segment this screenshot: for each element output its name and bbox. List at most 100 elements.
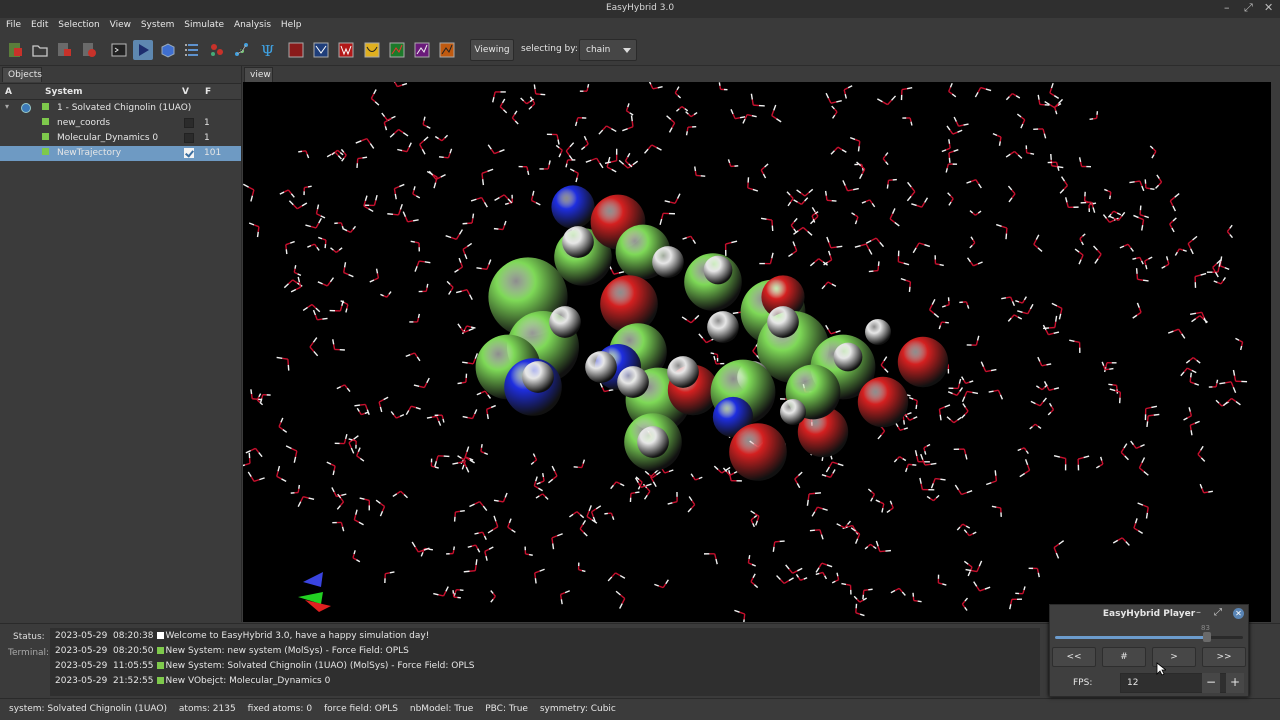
menu-selection[interactable]: Selection xyxy=(52,18,99,30)
last-frame-button[interactable]: >> xyxy=(1202,647,1246,667)
water-bond xyxy=(586,510,590,517)
frame-slider-handle[interactable] xyxy=(1203,632,1212,642)
visibility-checkbox[interactable] xyxy=(184,133,194,143)
menu-file[interactable]: File xyxy=(0,18,21,30)
water-bond xyxy=(969,380,974,383)
water-bond xyxy=(1173,328,1179,332)
terminal-label[interactable]: Terminal: xyxy=(8,648,49,658)
psi-icon[interactable]: Ψ xyxy=(257,40,277,60)
water-bond xyxy=(1189,411,1193,417)
water-bond xyxy=(644,470,650,475)
viewing-button[interactable]: Viewing xyxy=(470,39,514,61)
network-icon[interactable] xyxy=(232,40,252,60)
menu-help[interactable]: Help xyxy=(275,18,302,30)
water-bond xyxy=(1176,248,1180,253)
water-bond xyxy=(630,492,636,495)
plot-purple-icon[interactable] xyxy=(412,40,432,60)
water-bond xyxy=(1078,259,1082,265)
menu-edit[interactable]: Edit xyxy=(25,18,48,30)
water-bond xyxy=(1048,332,1054,336)
viewport-scrollbar[interactable] xyxy=(1271,82,1280,622)
menu-analysis[interactable]: Analysis xyxy=(228,18,271,30)
tab-objects[interactable]: Objects xyxy=(2,67,42,82)
player-maximize-icon[interactable]: ⤢ xyxy=(1214,607,1222,618)
molecule-canvas[interactable] xyxy=(243,82,1271,622)
water-bond xyxy=(483,201,488,208)
plot-green-icon[interactable] xyxy=(387,40,407,60)
open-folder-icon[interactable] xyxy=(30,40,50,60)
list-icon[interactable] xyxy=(182,40,202,60)
water-bond xyxy=(1037,572,1040,578)
tree-row-object-selected[interactable]: NewTrajectory 101 xyxy=(0,146,241,161)
water-bond xyxy=(422,120,425,125)
terminal-icon[interactable] xyxy=(109,40,129,60)
water-bond xyxy=(529,96,534,101)
frame-number-button[interactable]: # xyxy=(1102,647,1146,667)
water-bond xyxy=(580,146,586,151)
fps-decrement-button[interactable]: − xyxy=(1202,673,1220,693)
column-system[interactable]: System xyxy=(45,87,83,97)
water-bond xyxy=(1120,447,1125,453)
menu-simulate[interactable]: Simulate xyxy=(178,18,224,30)
first-frame-button[interactable]: << xyxy=(1052,647,1096,667)
visibility-checkbox[interactable] xyxy=(184,118,194,128)
water-bond xyxy=(964,391,968,397)
save-icon[interactable] xyxy=(54,40,74,60)
plot-orange-icon[interactable] xyxy=(437,40,457,60)
water-bond xyxy=(278,422,282,427)
system-active-icon[interactable] xyxy=(21,103,31,113)
energy-icon[interactable] xyxy=(286,40,306,60)
water-bond xyxy=(403,493,408,499)
column-f[interactable]: F xyxy=(205,87,211,97)
water-bond xyxy=(477,548,481,553)
expand-arrow-icon[interactable]: ▾ xyxy=(5,102,9,111)
tree-row-object[interactable]: new_coords 1 xyxy=(0,116,241,131)
visibility-checkbox[interactable] xyxy=(184,148,194,158)
close-icon[interactable]: ✕ xyxy=(1264,1,1273,14)
column-a[interactable]: A xyxy=(5,87,12,97)
water-bond xyxy=(316,204,320,210)
water-bond xyxy=(762,173,767,179)
water-bond xyxy=(1183,367,1188,373)
water-bond xyxy=(253,478,260,483)
water-bond xyxy=(965,381,970,385)
water-bond xyxy=(256,399,261,403)
optimize-icon[interactable] xyxy=(311,40,331,60)
water-bond xyxy=(796,189,802,194)
menu-view[interactable]: View xyxy=(104,18,131,30)
tab-view[interactable]: view xyxy=(244,67,273,82)
menu-system[interactable]: System xyxy=(135,18,175,30)
new-system-icon[interactable] xyxy=(5,40,25,60)
fps-input[interactable]: 12 xyxy=(1120,673,1242,693)
water-bond xyxy=(494,196,500,202)
scan-icon[interactable] xyxy=(336,40,356,60)
export-icon[interactable] xyxy=(79,40,99,60)
water-bond xyxy=(685,131,688,136)
fps-increment-button[interactable]: + xyxy=(1226,673,1244,693)
water-bond xyxy=(1015,300,1020,303)
water-bond xyxy=(575,177,578,183)
dynamics-icon[interactable] xyxy=(362,40,382,60)
box-icon[interactable] xyxy=(158,40,178,60)
water-bond xyxy=(326,461,332,465)
molecule-icon[interactable] xyxy=(207,40,227,60)
water-bond xyxy=(557,139,560,145)
molecule-viewport[interactable] xyxy=(243,82,1271,622)
water-bond xyxy=(755,520,759,526)
minimize-icon[interactable]: – xyxy=(1224,1,1230,14)
column-v[interactable]: V xyxy=(182,87,189,97)
water-bond xyxy=(344,384,348,389)
tree-row-system[interactable]: ▾ 1 - Solvated Chignolin (1UAO) xyxy=(0,101,241,116)
maximize-icon[interactable]: ⤢ xyxy=(1244,1,1253,15)
selecting-by-combo[interactable]: chain xyxy=(579,39,637,61)
water-bond xyxy=(560,149,563,154)
player-close-icon[interactable]: ✕ xyxy=(1233,608,1244,619)
play-icon[interactable] xyxy=(133,40,153,60)
tree-row-object[interactable]: Molecular_Dynamics 0 1 xyxy=(0,131,241,146)
water-bond xyxy=(744,114,748,120)
water-bond xyxy=(961,600,966,605)
water-bond xyxy=(258,452,263,458)
player-minimize-icon[interactable]: – xyxy=(1196,607,1201,618)
frame-slider[interactable] xyxy=(1055,632,1243,642)
water-bond xyxy=(964,597,969,602)
